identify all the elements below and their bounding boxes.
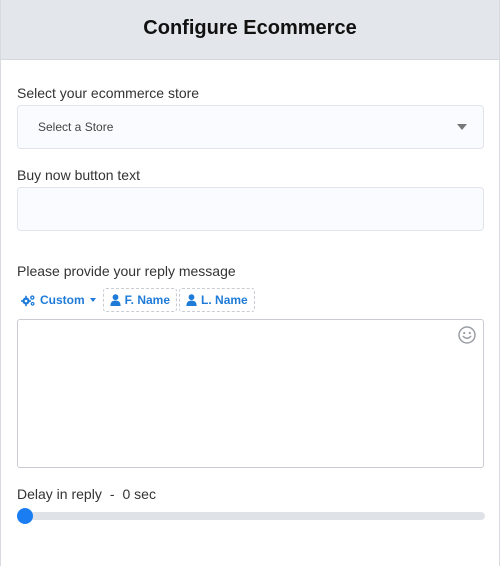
store-select-value: Select a Store — [38, 120, 114, 134]
custom-dropdown-button[interactable]: Custom — [17, 288, 101, 312]
panel-header: Configure Ecommerce — [1, 0, 499, 60]
delay-slider[interactable] — [17, 508, 485, 524]
insert-first-name-button[interactable]: F. Name — [102, 288, 178, 312]
cogs-icon — [21, 294, 35, 306]
caret-down-icon — [89, 298, 96, 302]
store-select-label: Select your ecommerce store — [17, 85, 200, 101]
last-name-button-label: L. Name — [201, 293, 248, 307]
delay-value: 0 sec — [122, 486, 156, 502]
user-icon — [110, 294, 121, 306]
store-select[interactable]: Select a Store — [17, 105, 484, 149]
insert-last-name-button[interactable]: L. Name — [179, 288, 255, 312]
reply-toolbar: Custom F. Name L. Name — [17, 287, 255, 313]
first-name-button-label: F. Name — [124, 293, 171, 307]
user-icon — [186, 294, 197, 306]
delay-readout: Delay in reply - 0 sec — [17, 486, 156, 502]
custom-button-label: Custom — [40, 293, 85, 307]
reply-message-editor — [17, 319, 484, 468]
reply-message-label: Please provide your reply message — [17, 263, 236, 279]
buy-now-label: Buy now button text — [17, 167, 140, 183]
caret-down-icon — [457, 124, 467, 130]
smiley-icon[interactable] — [458, 326, 476, 344]
configure-ecommerce-panel: Configure Ecommerce Select your ecommerc… — [0, 0, 500, 566]
panel-title: Configure Ecommerce — [143, 17, 357, 39]
buy-now-text-input[interactable] — [17, 187, 484, 231]
delay-label: Delay in reply — [17, 486, 102, 502]
delay-slider-thumb[interactable] — [17, 508, 33, 524]
delay-separator: - — [109, 486, 115, 502]
reply-message-textarea[interactable] — [18, 320, 483, 467]
